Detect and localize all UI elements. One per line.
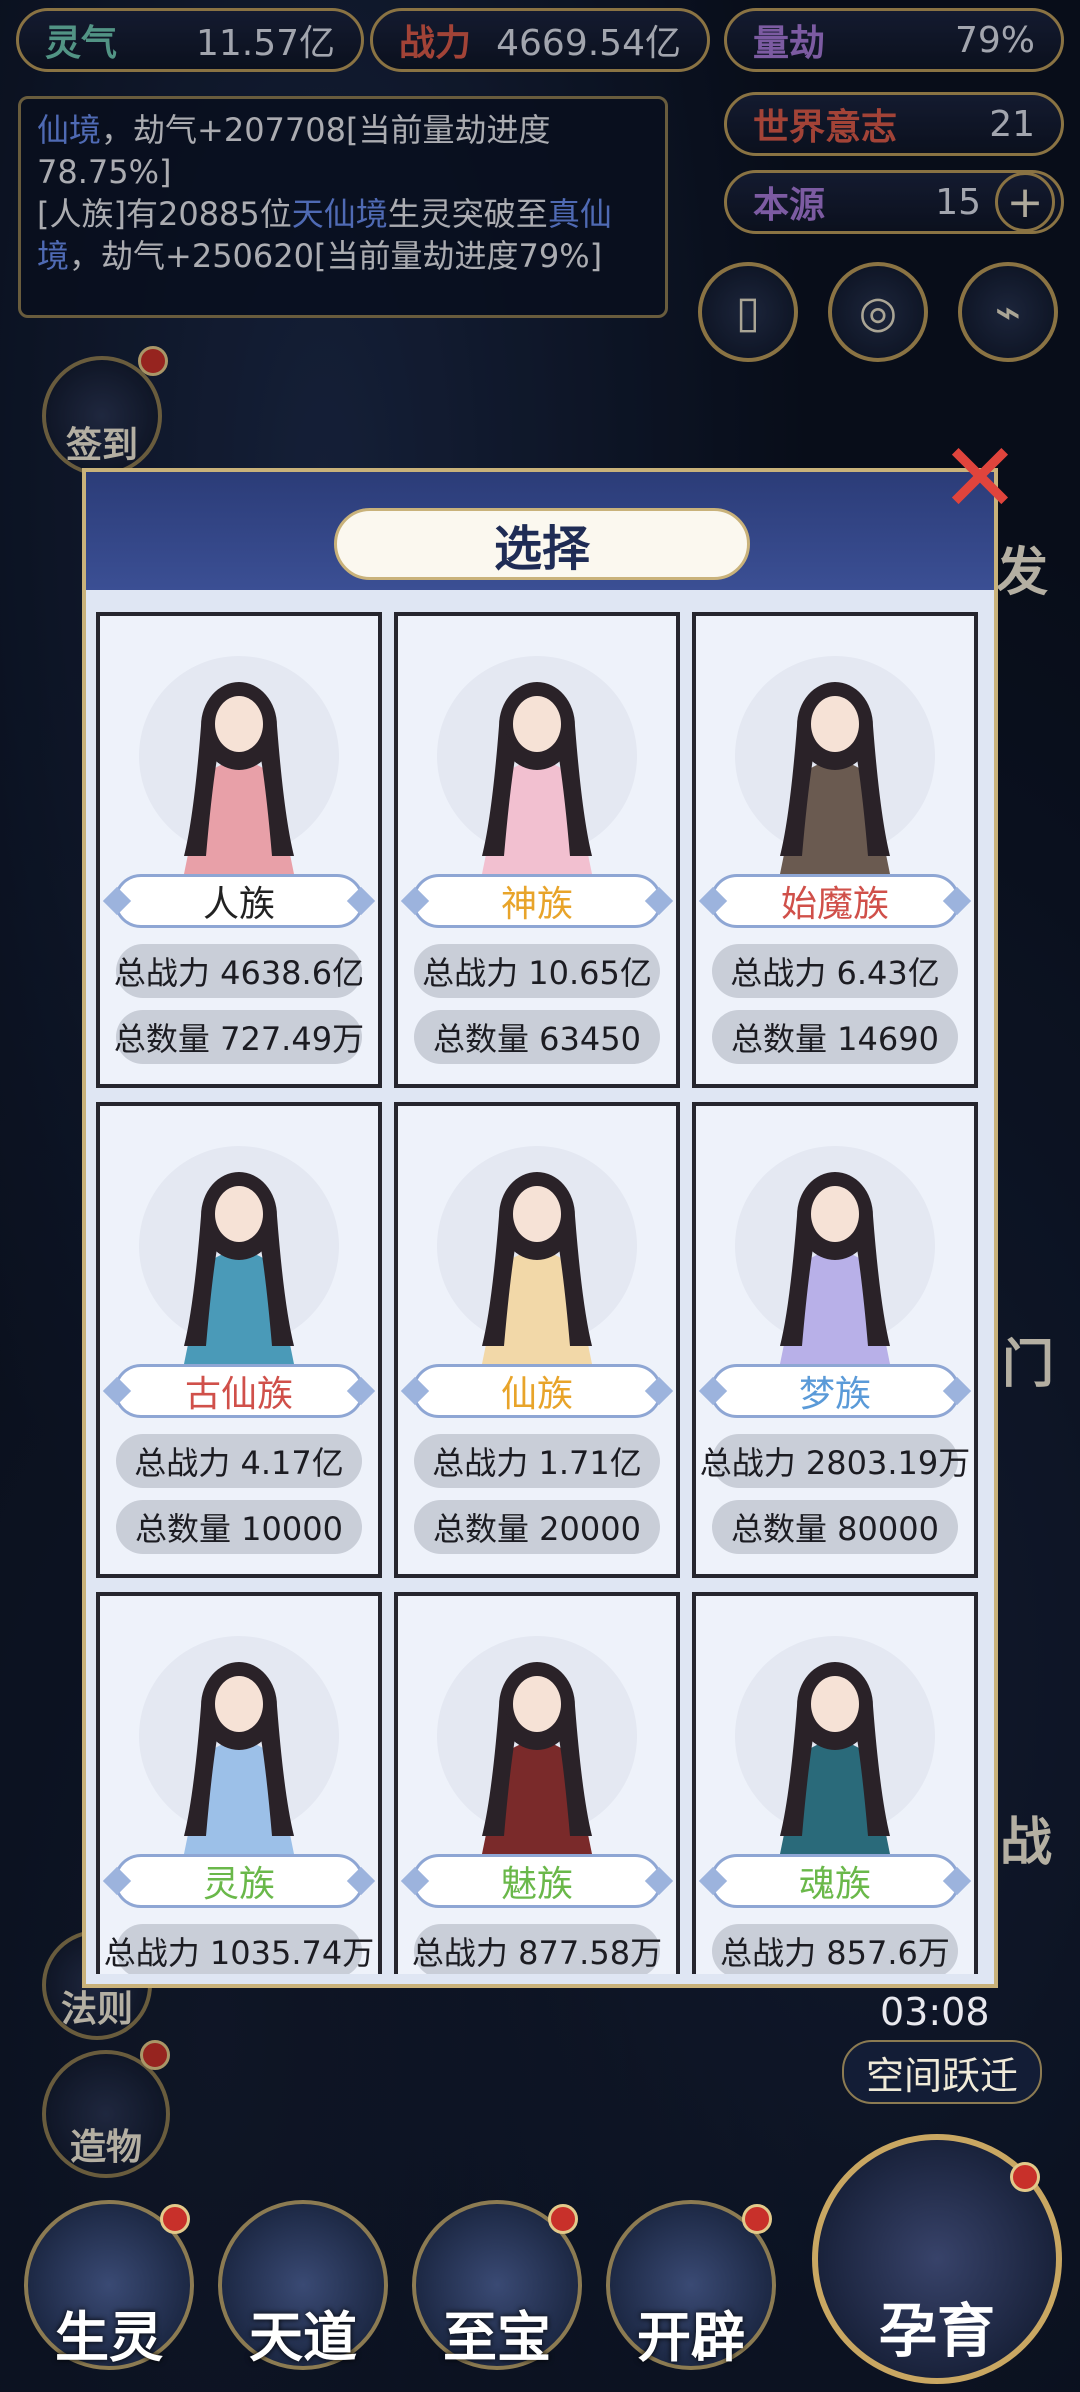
race-card[interactable]: 灵族总战力 1035.74万 (96, 1592, 382, 1974)
nav-zhibao-label: 至宝 (443, 2306, 551, 2369)
race-portrait (114, 1606, 364, 1854)
notification-dot (1010, 2162, 1040, 2192)
race-card[interactable]: 古仙族总战力 4.17亿 总数量 10000 (96, 1102, 382, 1578)
race-card[interactable]: 梦族总战力 2803.19万 总数量 80000 (692, 1102, 978, 1578)
race-total-count: 总数量 727.49万 (114, 1010, 364, 1064)
race-total-count: 总数量 10000 (116, 1500, 362, 1554)
nav-shengling-label: 生灵 (55, 2306, 163, 2369)
race-portrait (412, 1116, 662, 1364)
race-total-power: 总战力 877.58万 (412, 1924, 662, 1974)
timer: 03:08 (880, 1990, 990, 2034)
race-grid: 人族 总战力 4638.6亿 总数量 727.49万 神族 总战力 10.65亿 总数量 … (96, 612, 986, 1974)
modal-title: 选择 (334, 508, 750, 580)
notification-dot (160, 2204, 190, 2234)
notification-dot (742, 2204, 772, 2234)
race-total-power: 总战力 6.43亿 (712, 944, 958, 998)
race-card[interactable]: 人族总战力 4638.6亿 总数量 727.49万 (96, 612, 382, 1088)
race-card[interactable]: 神族总战力 10.65亿 总数量 63450 (394, 612, 680, 1088)
race-total-count: 总数量 63450 (414, 1010, 660, 1064)
race-total-power: 总战力 10.65亿 (414, 944, 660, 998)
race-total-power: 总战力 1.71亿 (414, 1434, 660, 1488)
close-icon[interactable]: ✕ (932, 430, 1028, 526)
race-total-power: 总战力 4.17亿 (116, 1434, 362, 1488)
race-name: 魂族 (710, 1854, 960, 1908)
race-total-power: 总战力 857.6万 (712, 1924, 958, 1974)
nav-tiandao[interactable]: 天道 (218, 2200, 388, 2370)
race-name: 仙族 (412, 1364, 662, 1418)
race-portrait (412, 626, 662, 874)
race-portrait (710, 626, 960, 874)
race-portrait (710, 1116, 960, 1364)
race-name: 人族 (114, 874, 364, 928)
race-portrait (412, 1606, 662, 1854)
race-name: 神族 (412, 874, 662, 928)
race-card[interactable]: 始魔族总战力 6.43亿 总数量 14690 (692, 612, 978, 1088)
nav-kaipi-label: 开辟 (637, 2306, 745, 2369)
race-total-count: 总数量 20000 (414, 1500, 660, 1554)
notification-dot (548, 2204, 578, 2234)
race-portrait (710, 1606, 960, 1854)
race-total-power: 总战力 2803.19万 (700, 1434, 970, 1488)
race-select-modal: 选择 人族 总战力 4638.6亿 总数量 727.49万 神族 总战力 10.65亿总… (82, 468, 998, 1988)
race-card[interactable]: 魅族总战力 877.58万 (394, 1592, 680, 1974)
race-total-count: 总数量 14690 (712, 1010, 958, 1064)
race-total-power: 总战力 4638.6亿 (114, 944, 364, 998)
race-total-power: 总战力 1035.74万 (104, 1924, 374, 1974)
race-total-count: 总数量 80000 (712, 1500, 958, 1554)
race-card[interactable]: 魂族总战力 857.6万 (692, 1592, 978, 1974)
race-name: 始魔族 (710, 874, 960, 928)
race-card[interactable]: 仙族总战力 1.71亿 总数量 20000 (394, 1102, 680, 1578)
space-jump-button[interactable]: 空间跃迁 (842, 2040, 1042, 2104)
race-portrait (114, 626, 364, 874)
nav-yunyu-label: 孕育 (878, 2297, 995, 2365)
race-name: 古仙族 (114, 1364, 364, 1418)
race-name: 灵族 (114, 1854, 364, 1908)
race-name: 魅族 (412, 1854, 662, 1908)
nav-tiandao-label: 天道 (249, 2306, 357, 2369)
race-portrait (114, 1116, 364, 1364)
race-name: 梦族 (710, 1364, 960, 1418)
